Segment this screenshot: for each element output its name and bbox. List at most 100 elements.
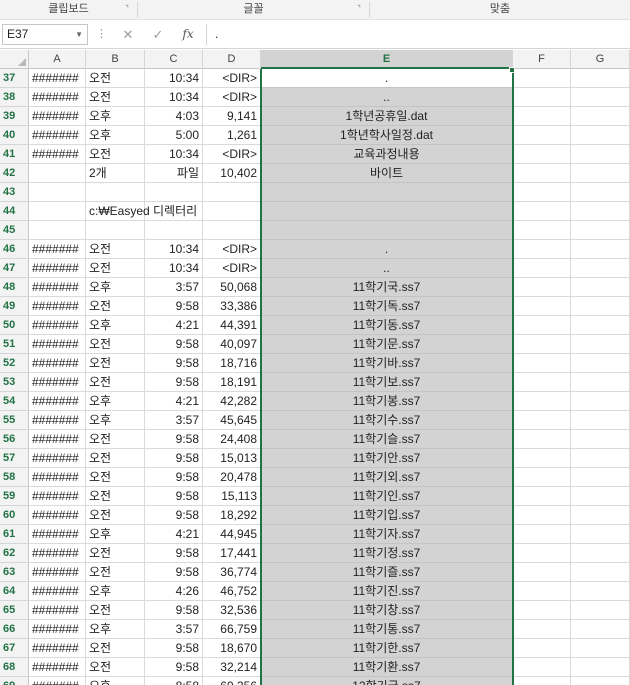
cell-a[interactable]: #######	[29, 126, 86, 145]
cell-b[interactable]: 오전	[86, 544, 145, 563]
cell-c[interactable]: 9:58	[145, 544, 203, 563]
cell-d[interactable]: 18,292	[203, 506, 261, 525]
cell-e[interactable]: 1학년학사일정.dat	[261, 126, 513, 145]
cell-e[interactable]: 11학기정.ss7	[261, 544, 513, 563]
cell-g[interactable]	[571, 411, 630, 430]
cell-g[interactable]	[571, 544, 630, 563]
cell-a[interactable]: #######	[29, 582, 86, 601]
cell-f[interactable]	[513, 107, 571, 126]
cell-g[interactable]	[571, 126, 630, 145]
cell-g[interactable]	[571, 525, 630, 544]
row-header[interactable]: 51	[0, 335, 29, 354]
chevron-down-icon[interactable]: ▼	[75, 25, 83, 44]
cell-g[interactable]	[571, 164, 630, 183]
cell-c[interactable]: 10:34	[145, 240, 203, 259]
cell-e[interactable]: ..	[261, 259, 513, 278]
cell-f[interactable]	[513, 411, 571, 430]
cell-b[interactable]: 오전	[86, 373, 145, 392]
cell-c[interactable]: 3:57	[145, 278, 203, 297]
cell-a[interactable]: #######	[29, 392, 86, 411]
cell-a[interactable]	[29, 221, 86, 240]
cell-c[interactable]: 10:34	[145, 145, 203, 164]
cell-c[interactable]: 5:00	[145, 126, 203, 145]
cell-a[interactable]: #######	[29, 69, 86, 88]
cell-a[interactable]: #######	[29, 468, 86, 487]
cell-f[interactable]	[513, 468, 571, 487]
row-header[interactable]: 69	[0, 677, 29, 685]
cell-a[interactable]: #######	[29, 506, 86, 525]
cell-g[interactable]	[571, 107, 630, 126]
fill-handle[interactable]	[509, 67, 515, 73]
cell-b[interactable]: 오전	[86, 430, 145, 449]
row-header[interactable]: 43	[0, 183, 29, 202]
cell-c[interactable]: 4:03	[145, 107, 203, 126]
cell-e[interactable]: 11학기즐.ss7	[261, 563, 513, 582]
cell-a[interactable]: #######	[29, 544, 86, 563]
cell-d[interactable]: 24,408	[203, 430, 261, 449]
cell-a[interactable]: #######	[29, 525, 86, 544]
cell-a[interactable]: #######	[29, 430, 86, 449]
cell-g[interactable]	[571, 278, 630, 297]
cell-f[interactable]	[513, 240, 571, 259]
row-header[interactable]: 68	[0, 658, 29, 677]
cell-e[interactable]: 11학기창.ss7	[261, 601, 513, 620]
column-header-e[interactable]: E	[261, 50, 513, 69]
row-header[interactable]: 39	[0, 107, 29, 126]
cell-d[interactable]: 44,391	[203, 316, 261, 335]
cell-f[interactable]	[513, 373, 571, 392]
cell-f[interactable]	[513, 525, 571, 544]
clipboard-dialog-launcher-icon[interactable]: ⌝	[123, 5, 131, 13]
cell-d[interactable]	[203, 221, 261, 240]
cell-b[interactable]: 오전	[86, 335, 145, 354]
cell-g[interactable]	[571, 620, 630, 639]
cell-f[interactable]	[513, 563, 571, 582]
cell-d[interactable]: 20,478	[203, 468, 261, 487]
cell-e[interactable]: 11학기입.ss7	[261, 506, 513, 525]
cell-g[interactable]	[571, 563, 630, 582]
cell-f[interactable]	[513, 544, 571, 563]
cell-e[interactable]: 11학기독.ss7	[261, 297, 513, 316]
cell-d[interactable]: 42,282	[203, 392, 261, 411]
cell-d[interactable]: <DIR>	[203, 145, 261, 164]
cell-d[interactable]: 18,716	[203, 354, 261, 373]
column-header-c[interactable]: C	[145, 50, 203, 69]
cell-b[interactable]: 오전	[86, 487, 145, 506]
cell-c[interactable]: 9:58	[145, 658, 203, 677]
row-header[interactable]: 59	[0, 487, 29, 506]
cell-a[interactable]: #######	[29, 107, 86, 126]
cell-d[interactable]: 40,097	[203, 335, 261, 354]
cell-a[interactable]: #######	[29, 677, 86, 685]
cell-b[interactable]: 오후	[86, 392, 145, 411]
cell-f[interactable]	[513, 392, 571, 411]
cell-b[interactable]: 오전	[86, 658, 145, 677]
cell-g[interactable]	[571, 392, 630, 411]
row-header[interactable]: 40	[0, 126, 29, 145]
column-header-a[interactable]: A	[29, 50, 86, 69]
cell-b[interactable]: 오후	[86, 525, 145, 544]
cell-d[interactable]: 15,113	[203, 487, 261, 506]
cell-b[interactable]: 오후	[86, 316, 145, 335]
cell-c[interactable]	[145, 183, 203, 202]
cell-a[interactable]	[29, 202, 86, 221]
cell-b[interactable]: 오전	[86, 145, 145, 164]
cell-b[interactable]: 오전	[86, 449, 145, 468]
cell-f[interactable]	[513, 639, 571, 658]
cell-a[interactable]: #######	[29, 145, 86, 164]
row-header[interactable]: 53	[0, 373, 29, 392]
cell-g[interactable]	[571, 183, 630, 202]
cell-f[interactable]	[513, 183, 571, 202]
cell-g[interactable]	[571, 88, 630, 107]
row-header[interactable]: 62	[0, 544, 29, 563]
cell-g[interactable]	[571, 202, 630, 221]
cell-g[interactable]	[571, 259, 630, 278]
row-header[interactable]: 61	[0, 525, 29, 544]
cell-b[interactable]: 오후	[86, 126, 145, 145]
cell-e[interactable]: 11학기국.ss7	[261, 278, 513, 297]
cell-e[interactable]: ..	[261, 88, 513, 107]
cell-d[interactable]: 17,441	[203, 544, 261, 563]
cell-f[interactable]	[513, 202, 571, 221]
cell-d[interactable]: 1,261	[203, 126, 261, 145]
cell-f[interactable]	[513, 145, 571, 164]
cell-a[interactable]: #######	[29, 297, 86, 316]
cell-g[interactable]	[571, 354, 630, 373]
